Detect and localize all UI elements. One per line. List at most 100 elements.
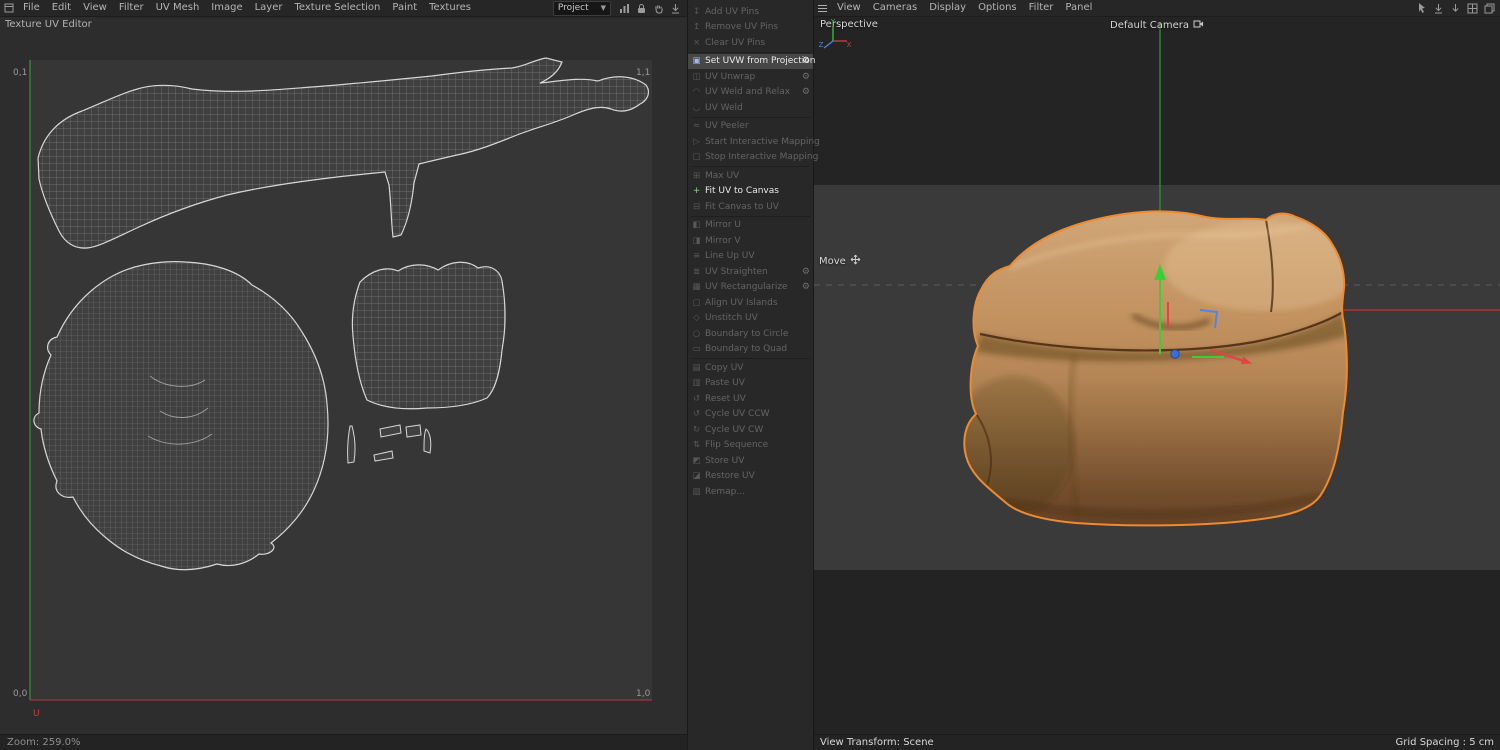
menu-image[interactable]: Image [205,0,248,16]
menu-view[interactable]: View [77,0,113,16]
menu-item-uv-rectangularize[interactable]: ▦ UV Rectangularize ⚙ [688,280,813,296]
menu-item-uv-peeler[interactable]: ≈ UV Peeler [688,119,813,135]
axis-orientation-hud[interactable]: Y X Z [814,16,854,58]
menu-item-label: Restore UV [705,471,755,482]
menu-item-label: Copy UV [705,362,744,373]
menu-item-remove-uv-pins[interactable]: ↥ Remove UV Pins [688,20,813,36]
gizmo-center-dot[interactable] [1170,349,1180,359]
menu-item-label: UV Rectangularize [705,282,788,293]
gear-icon[interactable]: ⚙ [802,87,810,97]
menu-item-paste-uv[interactable]: ▥ Paste UV [688,376,813,392]
menu-edit[interactable]: Edit [46,0,77,16]
uv-peeler-icon: ≈ [692,121,701,132]
gear-icon[interactable]: ⚙ [802,282,810,292]
start-interactive-mapping-icon: ▷ [693,136,700,147]
menu-item-uv-weld-and-relax[interactable]: ◠ UV Weld and Relax ⚙ [688,85,813,101]
application-window: { "uv_editor": { "menubar": [ {"label": … [0,0,1500,750]
bag-model[interactable] [954,210,1364,536]
remove-uv-pins-icon: ↥ [692,22,701,33]
menu-filter[interactable]: Filter [1023,0,1060,16]
menu-item-fit-uv-to-canvas[interactable]: + Fit UV to Canvas [688,184,813,200]
uv-corner-top-right: 1,1 [636,68,650,78]
boundary-to-circle-icon: ○ [692,328,701,339]
menu-item-label: Boundary to Quad [705,344,788,355]
menu-item-label: UV Weld and Relax [705,87,791,98]
menu-item-label: Start Interactive Mapping [705,136,820,147]
menu-item-stop-interactive-mapping[interactable]: □ Stop Interactive Mapping [688,150,818,166]
float-window-icon[interactable] [1482,1,1497,15]
cursor-icon[interactable] [1414,1,1429,15]
uv-canvas[interactable]: 0,1 1,1 0,0 1,0 U [0,16,687,734]
pan-hand-icon[interactable] [651,1,666,15]
flip-sequence-icon: ⇅ [692,440,701,451]
menu-item-label: Paste UV [705,378,745,389]
menu-item-set-uvw-from-projection[interactable]: ▣ Set UVW from Projection ⚙ [688,53,815,69]
menu-layer[interactable]: Layer [249,0,289,16]
menu-item-label: UV Weld [705,102,743,113]
menu-filter[interactable]: Filter [113,0,150,16]
lock-icon[interactable] [634,1,649,15]
uv-island-quad[interactable] [351,261,506,410]
menu-item-uv-straighten[interactable]: ≣ UV Straighten ⚙ [688,264,813,280]
set-uvw-from-projection-icon: ▣ [692,56,701,67]
window-icon[interactable] [1,1,16,15]
menu-cameras[interactable]: Cameras [867,0,923,16]
zoom-level: Zoom: 259.0% [7,737,81,748]
arrow-down-icon[interactable] [1448,1,1463,15]
menu-item-flip-sequence[interactable]: ⇅ Flip Sequence [688,438,813,454]
menu-item-copy-uv[interactable]: ▤ Copy UV [688,360,813,376]
menu-paint[interactable]: Paint [386,0,423,16]
menu-item-unstitch-uv[interactable]: ◇ Unstitch UV [688,311,813,327]
align-uv-islands-icon: ▢ [692,297,701,308]
menu-item-uv-weld[interactable]: ◡ UV Weld [688,100,813,116]
menu-uv-mesh[interactable]: UV Mesh [150,0,206,16]
menu-item-mirror-u[interactable]: ◧ Mirror U [688,218,813,234]
menu-item-mirror-v[interactable]: ◨ Mirror V [688,233,813,249]
menu-item-remap[interactable]: ▧ Remap... [688,484,813,500]
menu-item-store-uv[interactable]: ◩ Store UV [688,453,813,469]
menu-item-restore-uv[interactable]: ◪ Restore UV [688,469,813,485]
axis-z-label: Z [819,41,824,49]
menu-item-cycle-uv-ccw[interactable]: ↺ Cycle UV CCW [688,407,813,423]
menu-separator [691,116,810,118]
uv-rectangularize-icon: ▦ [692,282,701,293]
gear-icon[interactable]: ⚙ [802,267,810,277]
menu-item-line-up-uv[interactable]: ≡ Line Up UV [688,249,813,265]
histogram-icon[interactable] [617,1,632,15]
menu-textures[interactable]: Textures [423,0,477,16]
dock-arrow-icon[interactable] [1431,1,1446,15]
menu-file[interactable]: File [17,0,46,16]
line-up-uv-icon: ≡ [692,251,701,262]
menu-options[interactable]: Options [972,0,1023,16]
viewport-3d[interactable]: Perspective Default Camera Move Y X Z [814,16,1500,732]
hamburger-icon[interactable] [815,1,830,15]
dock-arrow-icon[interactable] [668,1,683,15]
menu-item-boundary-to-quad[interactable]: ▭ Boundary to Quad [688,342,813,358]
menu-item-uv-unwrap[interactable]: ◫ UV Unwrap ⚙ [688,69,813,85]
menu-item-max-uv[interactable]: ⊞ Max UV [688,168,813,184]
menu-item-start-interactive-mapping[interactable]: ▷ Start Interactive Mapping [688,134,820,150]
menu-display[interactable]: Display [923,0,972,16]
menu-item-add-uv-pins[interactable]: ↧ Add UV Pins [688,4,813,20]
boundary-to-quad-icon: ▭ [692,344,701,355]
menu-item-align-uv-islands[interactable]: ▢ Align UV Islands [688,295,813,311]
uv-corner-bottom-left: 0,0 [13,689,28,699]
menu-item-clear-uv-pins[interactable]: × Clear UV Pins [688,35,813,51]
menu-item-reset-uv[interactable]: ↺ Reset UV [688,391,813,407]
menu-item-label: Remap... [705,486,745,497]
menu-item-boundary-to-circle[interactable]: ○ Boundary to Circle [688,326,813,342]
menu-item-cycle-uv-cw[interactable]: ↻ Cycle UV CW [688,422,813,438]
project-dropdown[interactable]: Project ▼ [552,0,611,16]
menu-panel[interactable]: Panel [1059,0,1098,16]
camera-swap-icon[interactable] [1193,19,1204,31]
menu-view[interactable]: View [831,0,867,16]
view-transform-label: View Transform: Scene [820,737,934,748]
menu-texture-selection[interactable]: Texture Selection [289,0,387,16]
menu-item-label: UV Straighten [705,266,768,277]
layout-grid-icon[interactable] [1465,1,1480,15]
gear-icon[interactable]: ⚙ [802,56,810,66]
menu-item-label: Cycle UV CW [705,424,764,435]
gear-icon[interactable]: ⚙ [802,72,810,82]
camera-label-group[interactable]: Default Camera [1110,19,1204,31]
menu-item-fit-canvas-to-uv[interactable]: ⊟ Fit Canvas to UV [688,199,813,215]
